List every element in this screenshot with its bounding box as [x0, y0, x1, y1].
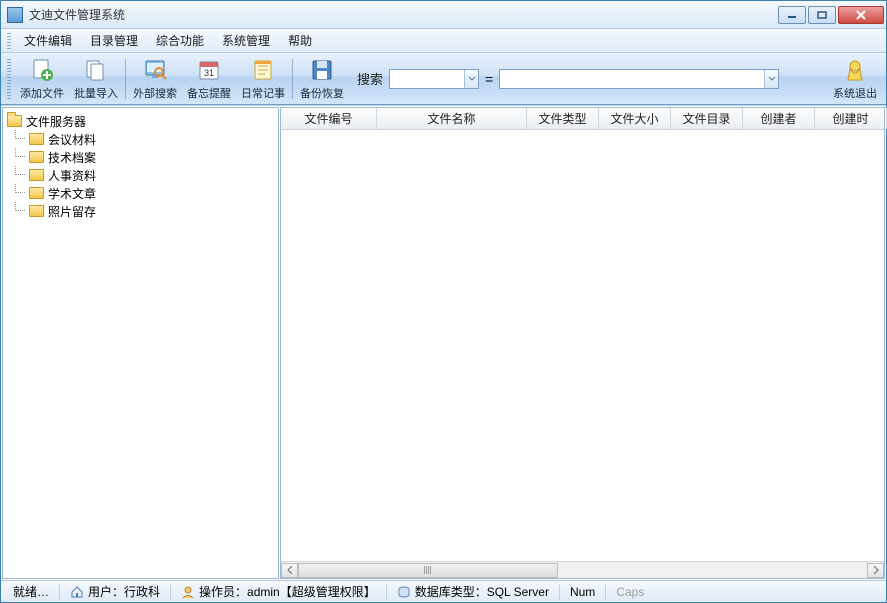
backup-icon — [309, 57, 335, 83]
list-header: 文件编号文件名称文件类型文件大小文件目录创建者创建时 — [281, 108, 884, 130]
tree-root-label: 文件服务器 — [26, 113, 86, 130]
exit-label: 系统退出 — [833, 85, 877, 101]
search-value-input[interactable] — [499, 69, 779, 89]
minimize-icon — [787, 11, 797, 19]
column-header[interactable]: 文件目录 — [671, 108, 743, 129]
app-window: 文迪文件管理系统 文件编辑目录管理综合功能系统管理帮助 添加文件 — [0, 0, 887, 603]
dropdown-arrow-icon — [464, 70, 478, 88]
reminder-button[interactable]: 31 备忘提醒 — [182, 55, 236, 103]
status-operator: 操作员：admin【超级管理权限】 — [175, 583, 382, 601]
exit-button[interactable]: 系统退出 — [828, 55, 882, 103]
external-search-icon — [142, 57, 168, 83]
exit-icon — [842, 57, 868, 83]
menu-3[interactable]: 系统管理 — [213, 29, 279, 52]
column-header[interactable]: 文件编号 — [281, 108, 377, 129]
external-search-button[interactable]: 外部搜索 — [128, 55, 182, 103]
tree-node[interactable]: 会议材料 — [5, 130, 276, 148]
status-bar: 就绪… 用户：行政科 操作员：admin【超级管理权限】 数据库类型：SQL S… — [1, 580, 886, 602]
add-file-button[interactable]: 添加文件 — [15, 55, 69, 103]
user-icon — [181, 585, 195, 599]
bulk-import-icon — [83, 57, 109, 83]
tree-node-label: 照片留存 — [48, 203, 96, 220]
menu-1[interactable]: 目录管理 — [81, 29, 147, 52]
diary-button[interactable]: 日常记事 — [236, 55, 290, 103]
search-field-dropdown[interactable] — [389, 69, 479, 89]
scroll-track[interactable] — [298, 563, 867, 578]
status-user: 用户：行政科 — [64, 583, 166, 601]
home-icon — [70, 585, 84, 599]
diary-icon — [250, 57, 276, 83]
column-header[interactable]: 创建时 — [815, 108, 887, 129]
folder-open-icon — [7, 115, 22, 127]
main-area: 文件服务器 会议材料技术档案人事资料学术文章照片留存 文件编号文件名称文件类型文… — [1, 105, 886, 580]
folder-icon — [29, 169, 44, 181]
maximize-button[interactable] — [808, 6, 836, 24]
list-body[interactable] — [281, 130, 884, 561]
folder-icon — [29, 151, 44, 163]
status-ready: 就绪… — [7, 583, 55, 601]
close-icon — [855, 10, 867, 20]
search-label: 搜索 — [357, 69, 383, 88]
folder-icon — [29, 133, 44, 145]
tree-node[interactable]: 人事资料 — [5, 166, 276, 184]
reminder-icon: 31 — [196, 57, 222, 83]
toolbar-separator — [292, 59, 293, 99]
status-db: 数据库类型：SQL Server — [391, 583, 555, 601]
scroll-left-button[interactable] — [281, 563, 298, 578]
menu-bar: 文件编辑目录管理综合功能系统管理帮助 — [1, 29, 886, 53]
horizontal-scrollbar[interactable] — [281, 561, 884, 578]
svg-text:31: 31 — [204, 68, 214, 78]
title-bar: 文迪文件管理系统 — [1, 1, 886, 29]
column-header[interactable]: 文件类型 — [527, 108, 599, 129]
add-file-icon — [29, 57, 55, 83]
status-caps: Caps — [610, 583, 650, 601]
close-button[interactable] — [838, 6, 884, 24]
menu-grip — [7, 33, 11, 49]
scroll-right-button[interactable] — [867, 563, 884, 578]
maximize-icon — [817, 11, 827, 19]
diary-label: 日常记事 — [241, 85, 285, 101]
window-title: 文迪文件管理系统 — [29, 6, 776, 23]
menu-4[interactable]: 帮助 — [279, 29, 321, 52]
reminder-label: 备忘提醒 — [187, 85, 231, 101]
column-header[interactable]: 文件大小 — [599, 108, 671, 129]
folder-icon — [29, 205, 44, 217]
scroll-thumb[interactable] — [298, 563, 558, 578]
folder-tree[interactable]: 文件服务器 会议材料技术档案人事资料学术文章照片留存 — [2, 107, 279, 579]
backup-button[interactable]: 备份恢复 — [295, 55, 349, 103]
database-icon — [397, 585, 411, 599]
search-area: 搜索 = — [357, 69, 779, 89]
status-num: Num — [564, 583, 601, 601]
column-header[interactable]: 创建者 — [743, 108, 815, 129]
tree-node-label: 技术档案 — [48, 149, 96, 166]
toolbar-grip — [7, 59, 11, 99]
toolbar: 添加文件 批量导入 外部搜索 31 备忘提醒 — [1, 53, 886, 105]
backup-label: 备份恢复 — [300, 85, 344, 101]
add-file-label: 添加文件 — [20, 85, 64, 101]
tree-node[interactable]: 照片留存 — [5, 202, 276, 220]
tree-node[interactable]: 技术档案 — [5, 148, 276, 166]
dropdown-arrow-icon — [764, 70, 778, 88]
column-header[interactable]: 文件名称 — [377, 108, 527, 129]
file-list: 文件编号文件名称文件类型文件大小文件目录创建者创建时 — [280, 107, 885, 579]
equals-label: = — [485, 71, 493, 87]
menu-2[interactable]: 综合功能 — [147, 29, 213, 52]
menu-0[interactable]: 文件编辑 — [15, 29, 81, 52]
tree-root-node[interactable]: 文件服务器 — [5, 112, 276, 130]
bulk-import-button[interactable]: 批量导入 — [69, 55, 123, 103]
tree-node-label: 学术文章 — [48, 185, 96, 202]
app-icon — [7, 7, 23, 23]
bulk-import-label: 批量导入 — [74, 85, 118, 101]
toolbar-separator — [125, 59, 126, 99]
external-search-label: 外部搜索 — [133, 85, 177, 101]
minimize-button[interactable] — [778, 6, 806, 24]
tree-node-label: 会议材料 — [48, 131, 96, 148]
tree-node[interactable]: 学术文章 — [5, 184, 276, 202]
folder-icon — [29, 187, 44, 199]
tree-node-label: 人事资料 — [48, 167, 96, 184]
